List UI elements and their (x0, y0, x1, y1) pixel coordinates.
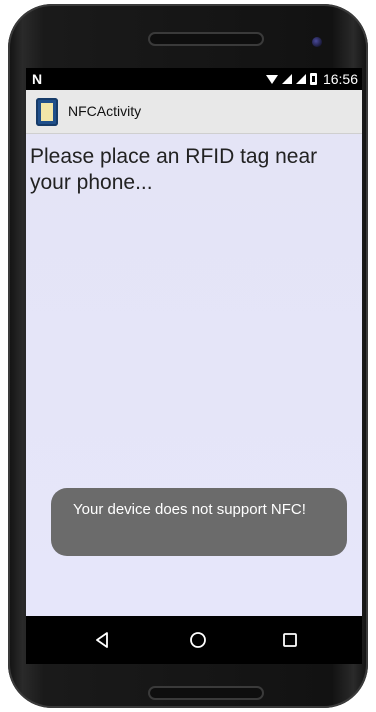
instruction-text: Please place an RFID tag near your phone… (30, 145, 318, 194)
activity-content: Please place an RFID tag near your phone… (26, 134, 362, 616)
recents-button[interactable] (278, 628, 302, 652)
app-launcher-icon (36, 98, 58, 126)
battery-icon (309, 73, 317, 85)
action-bar: NFCActivity (26, 90, 362, 134)
bottom-speaker (148, 686, 264, 700)
status-icons: 16:56 (265, 71, 358, 87)
toast-message: Your device does not support NFC! (51, 488, 347, 556)
nfc-n-icon: N (32, 71, 43, 87)
signal-icon (281, 74, 292, 84)
home-button[interactable] (186, 628, 210, 652)
toast-text: Your device does not support NFC! (73, 501, 306, 518)
front-camera (312, 37, 322, 47)
status-bar: N 16:56 (26, 68, 362, 90)
back-icon (96, 632, 108, 648)
status-time: 16:56 (322, 71, 358, 87)
app-title: NFCActivity (68, 103, 142, 119)
earpiece-speaker (148, 32, 264, 46)
home-icon (190, 632, 206, 648)
wifi-icon (265, 74, 278, 84)
navigation-bar (26, 616, 362, 664)
recents-icon (283, 633, 297, 647)
back-button[interactable] (90, 628, 114, 652)
signal-icon (295, 74, 306, 84)
device-screen: N 16:56 NFCActivity Please place an RFID… (26, 68, 362, 664)
